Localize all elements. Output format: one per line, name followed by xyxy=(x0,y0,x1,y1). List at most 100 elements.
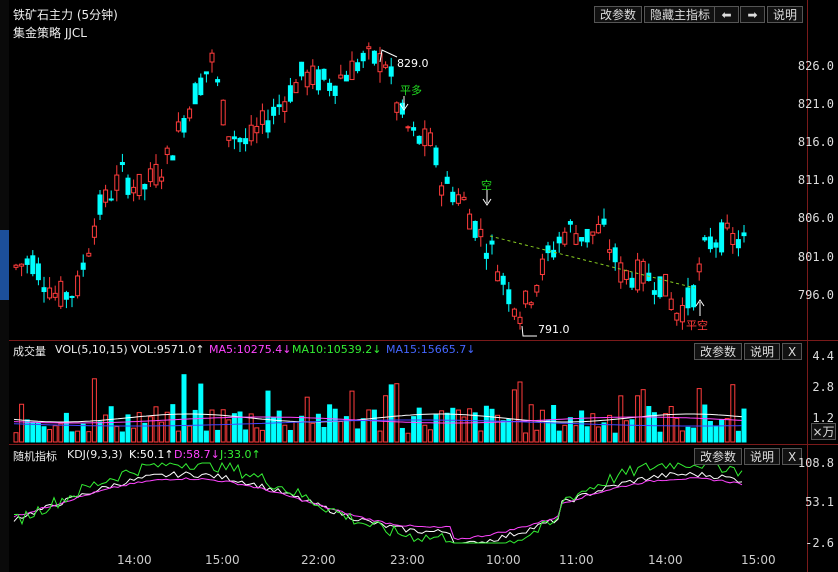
volume-bar xyxy=(159,421,165,443)
volume-bar xyxy=(657,431,663,443)
ma15-value: MA15:15665.7↓ xyxy=(386,343,476,356)
volume-bar xyxy=(226,419,232,443)
volume-bar xyxy=(30,422,36,443)
candle-body xyxy=(192,83,198,105)
volume-modify-params-button[interactable]: 改参数 xyxy=(694,343,743,360)
candle-body xyxy=(97,194,103,215)
volume-bar xyxy=(685,426,691,443)
volume-bar xyxy=(623,420,629,443)
candle-body xyxy=(91,225,97,238)
volume-bar xyxy=(181,374,187,443)
volume-bar xyxy=(304,396,310,443)
candle-body xyxy=(69,295,75,298)
volume-bar xyxy=(450,407,456,443)
kdj-tick: -2.6 xyxy=(805,536,834,550)
volume-bar xyxy=(175,430,181,443)
volume-bar xyxy=(713,426,719,443)
k-value: K:50.1↑ xyxy=(129,448,174,461)
candle-body xyxy=(741,232,747,237)
candle-body xyxy=(567,221,573,225)
kdj-help-button[interactable]: 说明 xyxy=(744,448,781,465)
candle-body xyxy=(595,223,601,234)
volume-bar xyxy=(562,424,568,443)
high-marker xyxy=(379,49,398,63)
candle-body xyxy=(601,218,607,225)
volume-bar xyxy=(282,424,288,443)
volume-help-button[interactable]: 说明 xyxy=(744,343,781,360)
candle-body xyxy=(523,290,529,305)
volume-bar xyxy=(35,422,41,443)
volume-bar xyxy=(327,404,333,443)
candle-body xyxy=(455,194,461,204)
volume-bar xyxy=(601,422,607,443)
volume-bar xyxy=(567,417,573,443)
kdj-tick: 53.1 xyxy=(805,495,834,509)
candle-body xyxy=(41,287,47,293)
volume-bar xyxy=(47,429,53,443)
candle-body xyxy=(478,228,484,238)
volume-bar xyxy=(405,432,411,443)
candle-body xyxy=(388,66,394,77)
candle-body xyxy=(371,50,377,64)
candle-body xyxy=(293,82,299,94)
kdj-modify-params-button[interactable]: 改参数 xyxy=(694,448,743,465)
candle-body xyxy=(52,292,58,298)
candle-body xyxy=(383,64,389,68)
volume-bar xyxy=(153,406,159,443)
volume-bar xyxy=(91,378,97,443)
volume-bar xyxy=(371,409,377,443)
candle-body xyxy=(528,302,534,306)
candle-body xyxy=(416,135,422,144)
candle-body xyxy=(646,272,652,281)
volume-bar xyxy=(69,431,75,443)
volume-params: VOL(5,10,15) xyxy=(55,343,128,356)
candle-body xyxy=(623,270,629,280)
candle-body xyxy=(635,259,641,291)
volume-bar xyxy=(595,426,601,443)
volume-bar xyxy=(679,430,685,443)
kdj-d-line xyxy=(13,477,743,541)
candle-body xyxy=(259,110,265,125)
candle-body xyxy=(433,147,439,166)
candle-body xyxy=(215,79,221,83)
vol-value: VOL:9571.0↑ xyxy=(131,343,205,356)
volume-bar xyxy=(663,413,669,443)
candle-body xyxy=(730,233,736,245)
candle-body xyxy=(651,290,657,295)
volume-bar xyxy=(170,404,176,443)
volume-bar xyxy=(215,429,221,443)
volume-bar xyxy=(192,409,198,443)
low-marker xyxy=(521,325,537,337)
candle-body xyxy=(108,198,114,201)
candle-body xyxy=(724,222,730,229)
volume-bar xyxy=(674,417,680,443)
volume-bar xyxy=(125,414,131,443)
close-long-signal: 平多 xyxy=(400,84,422,97)
volume-bar xyxy=(377,430,383,443)
candle-body xyxy=(422,128,428,147)
volume-bar xyxy=(427,429,433,443)
volume-bar xyxy=(119,431,125,443)
candle-body xyxy=(343,74,349,82)
candle-body xyxy=(237,137,243,143)
high-price-label: 829.0 xyxy=(397,57,429,70)
candle-body xyxy=(539,258,545,276)
volume-bar xyxy=(103,414,109,443)
volume-bar xyxy=(439,410,445,443)
candle-body xyxy=(119,161,125,166)
candle-body xyxy=(136,173,142,197)
volume-bar xyxy=(523,432,529,443)
volume-bar xyxy=(383,395,389,443)
candle-body xyxy=(427,132,433,147)
candle-body xyxy=(198,77,204,96)
volume-bar xyxy=(332,408,338,443)
volume-bar xyxy=(506,418,512,443)
candle-body xyxy=(562,231,568,245)
volume-bar xyxy=(668,406,674,443)
volume-bar xyxy=(293,421,299,443)
candle-body xyxy=(607,249,613,253)
candle-body xyxy=(663,273,669,297)
volume-close-icon[interactable]: X xyxy=(782,343,802,360)
candle-body xyxy=(366,46,372,50)
candle-body xyxy=(170,155,176,161)
